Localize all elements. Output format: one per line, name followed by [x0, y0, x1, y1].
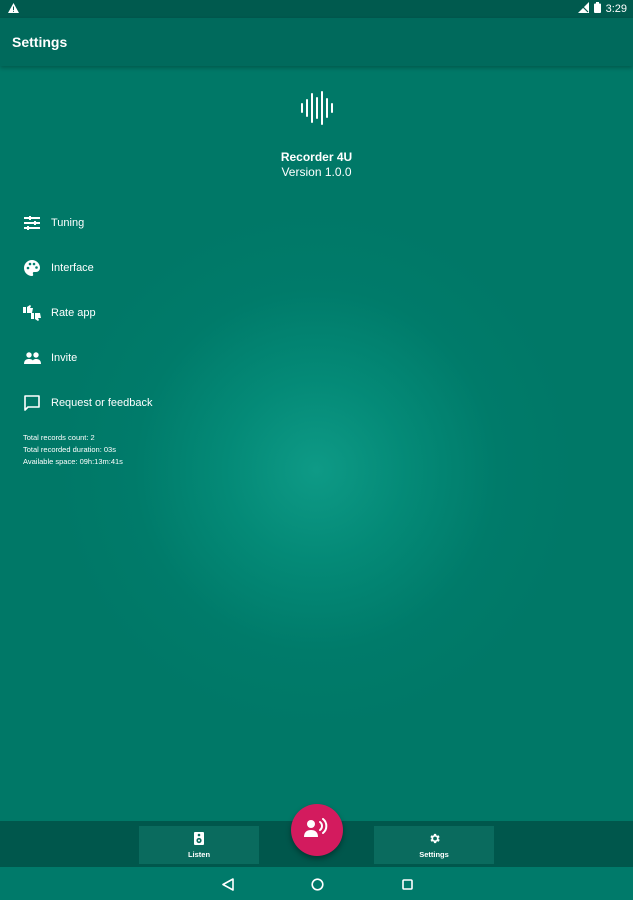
menu-item-label: Rate app	[51, 306, 96, 319]
available-space: Available space: 09h:13m:41s	[23, 457, 123, 466]
menu-item-invite[interactable]: Invite	[0, 335, 300, 380]
menu-item-rate-app[interactable]: Rate app	[0, 290, 300, 335]
signal-icon	[577, 2, 589, 16]
record-voice-icon	[304, 817, 330, 843]
status-indicators: 3:29	[577, 2, 627, 16]
gear-icon	[428, 832, 441, 847]
recorded-duration: Total recorded duration: 03s	[23, 445, 116, 454]
palette-icon	[23, 259, 41, 277]
people-icon	[23, 349, 41, 367]
back-icon[interactable]	[219, 875, 237, 893]
app-version: Version 1.0.0	[281, 165, 352, 179]
record-button[interactable]	[291, 804, 343, 856]
menu-item-label: Request or feedback	[51, 396, 153, 409]
app-name: Recorder 4U	[280, 150, 353, 164]
app-bar: Settings	[0, 18, 633, 66]
menu-item-label: Tuning	[51, 216, 85, 229]
tune-icon	[23, 214, 41, 232]
feedback-icon	[23, 394, 41, 412]
menu-item-label: Interface	[51, 261, 94, 274]
speaker-icon	[194, 831, 204, 847]
warning-icon	[8, 2, 19, 16]
tab-settings[interactable]: Settings	[374, 826, 494, 864]
thumbs-icon	[23, 304, 41, 322]
page-title: Settings	[12, 34, 68, 50]
menu-item-feedback[interactable]: Request or feedback	[0, 380, 300, 425]
about-section: Recorder 4U Version 1.0.0	[0, 90, 633, 179]
tab-settings-label: Settings	[419, 849, 449, 859]
records-count: Total records count: 2	[23, 433, 95, 442]
menu-item-label: Invite	[51, 351, 78, 364]
battery-icon	[593, 2, 601, 16]
menu-item-tuning[interactable]: Tuning	[0, 200, 300, 245]
usage-stats: Total records count: 2 Total recorded du…	[23, 432, 123, 468]
menu-item-interface[interactable]: Interface	[0, 245, 300, 290]
home-icon[interactable]	[308, 875, 326, 893]
settings-menu: Tuning Interface Rate app Invite Request…	[0, 200, 300, 425]
tab-listen[interactable]: Listen	[139, 826, 259, 864]
system-nav-bar	[0, 867, 633, 900]
waveform-icon	[299, 90, 335, 126]
status-time: 3:29	[605, 3, 627, 15]
status-bar: 3:29	[0, 0, 633, 18]
tab-listen-label: Listen	[187, 849, 211, 859]
recents-icon[interactable]	[398, 875, 416, 893]
